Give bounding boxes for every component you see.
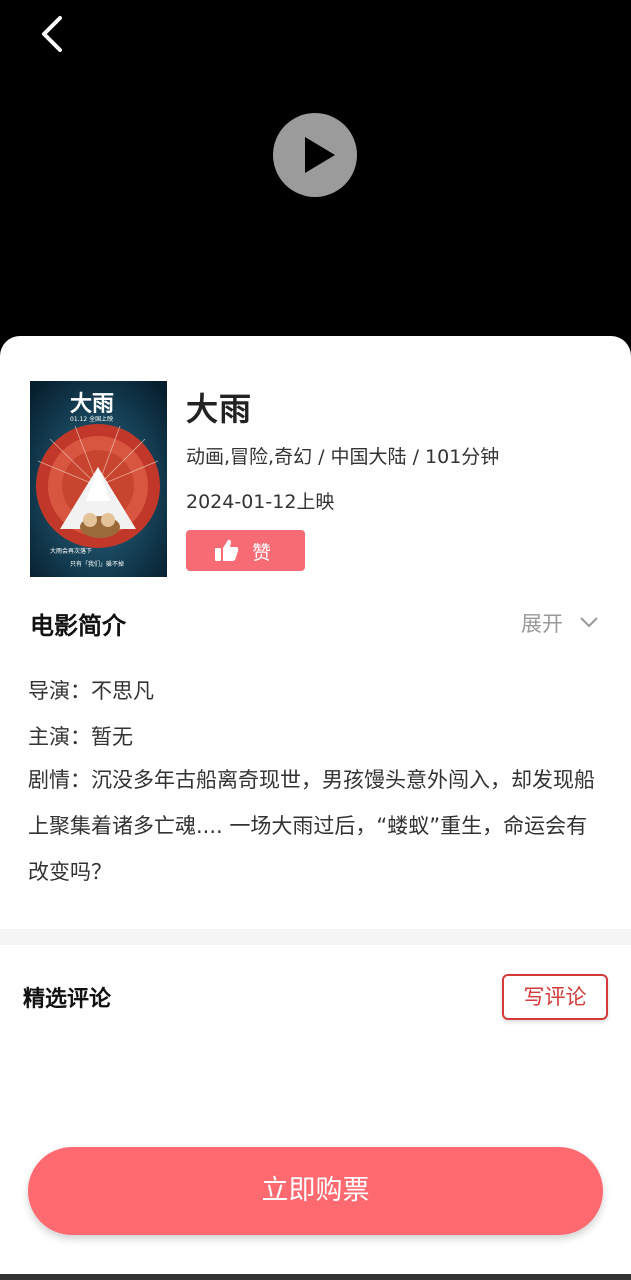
poster-title: 大雨 (70, 391, 114, 417)
video-player[interactable] (0, 0, 631, 360)
back-button[interactable] (36, 12, 76, 60)
write-review-button[interactable]: 写评论 (502, 974, 608, 1020)
movie-poster[interactable]: 大雨 01.12 全国上映 大雨会再次落下 只有「我们」躲不掉 (30, 381, 167, 577)
release-date: 2024-01-12上映 (186, 491, 335, 513)
expand-label: 展开 (521, 612, 563, 636)
movie-detail-sheet: 大雨 01.12 全国上映 大雨会再次落下 只有「我们」躲不掉 大雨 动画,冒险… (0, 336, 631, 1274)
buy-ticket-button[interactable]: 立即购票 (28, 1147, 603, 1235)
poster-tagline-1: 大雨会再次落下 (50, 547, 92, 555)
movie-title: 大雨 (186, 390, 253, 428)
system-bottom-bar (0, 1274, 631, 1280)
chevron-left-icon (42, 16, 62, 52)
reviews-heading: 精选评论 (23, 987, 112, 1012)
section-divider (0, 929, 631, 945)
thumbs-up-icon (215, 539, 239, 561)
plot-text: 剧情：沉没多年古船离奇现世，男孩馒头意外闯入，却发现船上聚集着诸多亡魂.... … (28, 768, 595, 884)
poster-release-date: 01.12 全国上映 (70, 415, 113, 423)
poster-tagline-2: 只有「我们」躲不掉 (70, 560, 124, 568)
chevron-down-icon (580, 617, 598, 628)
director-line: 导演：不思凡 (28, 679, 154, 703)
like-button[interactable]: 赞 (186, 530, 305, 571)
movie-meta: 动画,冒险,奇幻 / 中国大陆 / 101分钟 (186, 446, 500, 468)
play-button[interactable] (273, 113, 357, 197)
intro-heading: 电影简介 (30, 612, 126, 640)
poster-artwork: 大雨 01.12 全国上映 大雨会再次落下 只有「我们」躲不掉 (30, 381, 167, 577)
like-label: 赞 (252, 542, 272, 564)
expand-button[interactable]: 展开 (521, 608, 598, 638)
cast-line: 主演：暂无 (28, 725, 133, 749)
play-icon (305, 137, 335, 173)
